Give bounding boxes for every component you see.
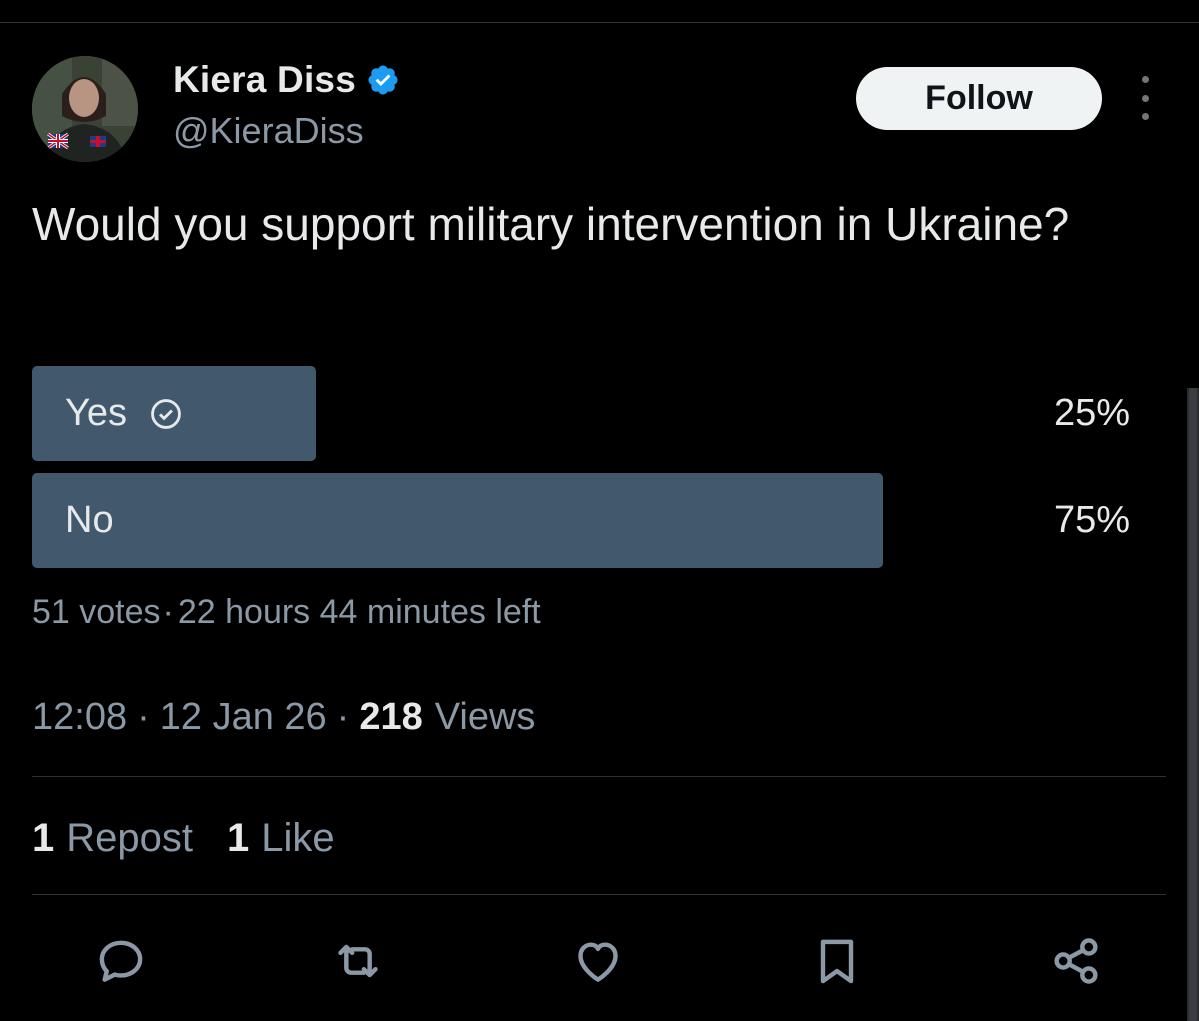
poll-meta-separator: · [162,593,174,631]
more-dot [1141,76,1149,83]
divider [32,894,1166,895]
divider [32,776,1166,777]
poll-time-left: 22 hours 44 minutes left [177,593,541,631]
follow-button[interactable]: Follow [856,67,1102,130]
poll-option-no[interactable]: No 75% [32,473,1132,568]
likes-count: 1 [227,816,250,860]
avatar[interactable] [32,56,138,162]
tweet-time[interactable]: 12:08 [32,696,127,738]
timestamp-separator: · [137,696,150,738]
poll-meta: 51 votes· 22 hours 44 minutes left [32,593,541,632]
likes-label: Like [261,816,335,860]
scrollbar-thumb[interactable] [1189,388,1197,1021]
share-icon[interactable] [1045,930,1107,992]
verified-badge-icon [366,63,400,97]
timestamp-separator: · [336,696,350,738]
poll-fill-bar [32,473,883,568]
reposts-stat[interactable]: 1 Repost [32,816,193,861]
tweet-detail-view: Kiera Diss @KieraDiss Follow Would you s… [0,0,1199,1021]
views-label: Views [434,696,536,738]
poll-option-label-row: Yes [65,366,183,461]
more-dot [1141,94,1149,102]
action-bar [90,930,1110,992]
display-name[interactable]: Kiera Diss [173,59,356,101]
poll-option-label: No [65,499,114,541]
top-divider [0,22,1199,23]
author-name-row[interactable]: Kiera Diss [173,58,400,102]
like-icon[interactable] [567,930,629,992]
poll-vote-count: 51 votes [32,593,161,631]
timestamp-row: 12:08 · 12 Jan 26 · 218 Views [32,696,535,739]
user-handle[interactable]: @KieraDiss [173,110,364,152]
tweet-date[interactable]: 12 Jan 26 [160,696,327,738]
engagement-stats: 1 Repost 1 Like [32,816,335,861]
more-options-icon[interactable] [1132,76,1158,120]
views-count: 218 [359,696,423,738]
likes-stat[interactable]: 1 Like [227,816,335,861]
poll-option-label: Yes [65,392,127,434]
poll-option-label-row: No [65,473,114,568]
check-circle-icon [149,397,183,431]
repost-icon[interactable] [327,930,389,992]
reposts-count: 1 [32,816,55,860]
reposts-label: Repost [66,816,193,860]
poll-option-yes[interactable]: Yes 25% [32,366,1132,461]
more-dot [1141,113,1149,120]
poll-option-percent: 75% [1053,499,1130,541]
bookmark-icon[interactable] [806,930,868,992]
poll-option-percent: 25% [1053,392,1130,434]
reply-icon[interactable] [90,930,152,992]
tweet-text: Would you support military intervention … [32,198,1070,250]
